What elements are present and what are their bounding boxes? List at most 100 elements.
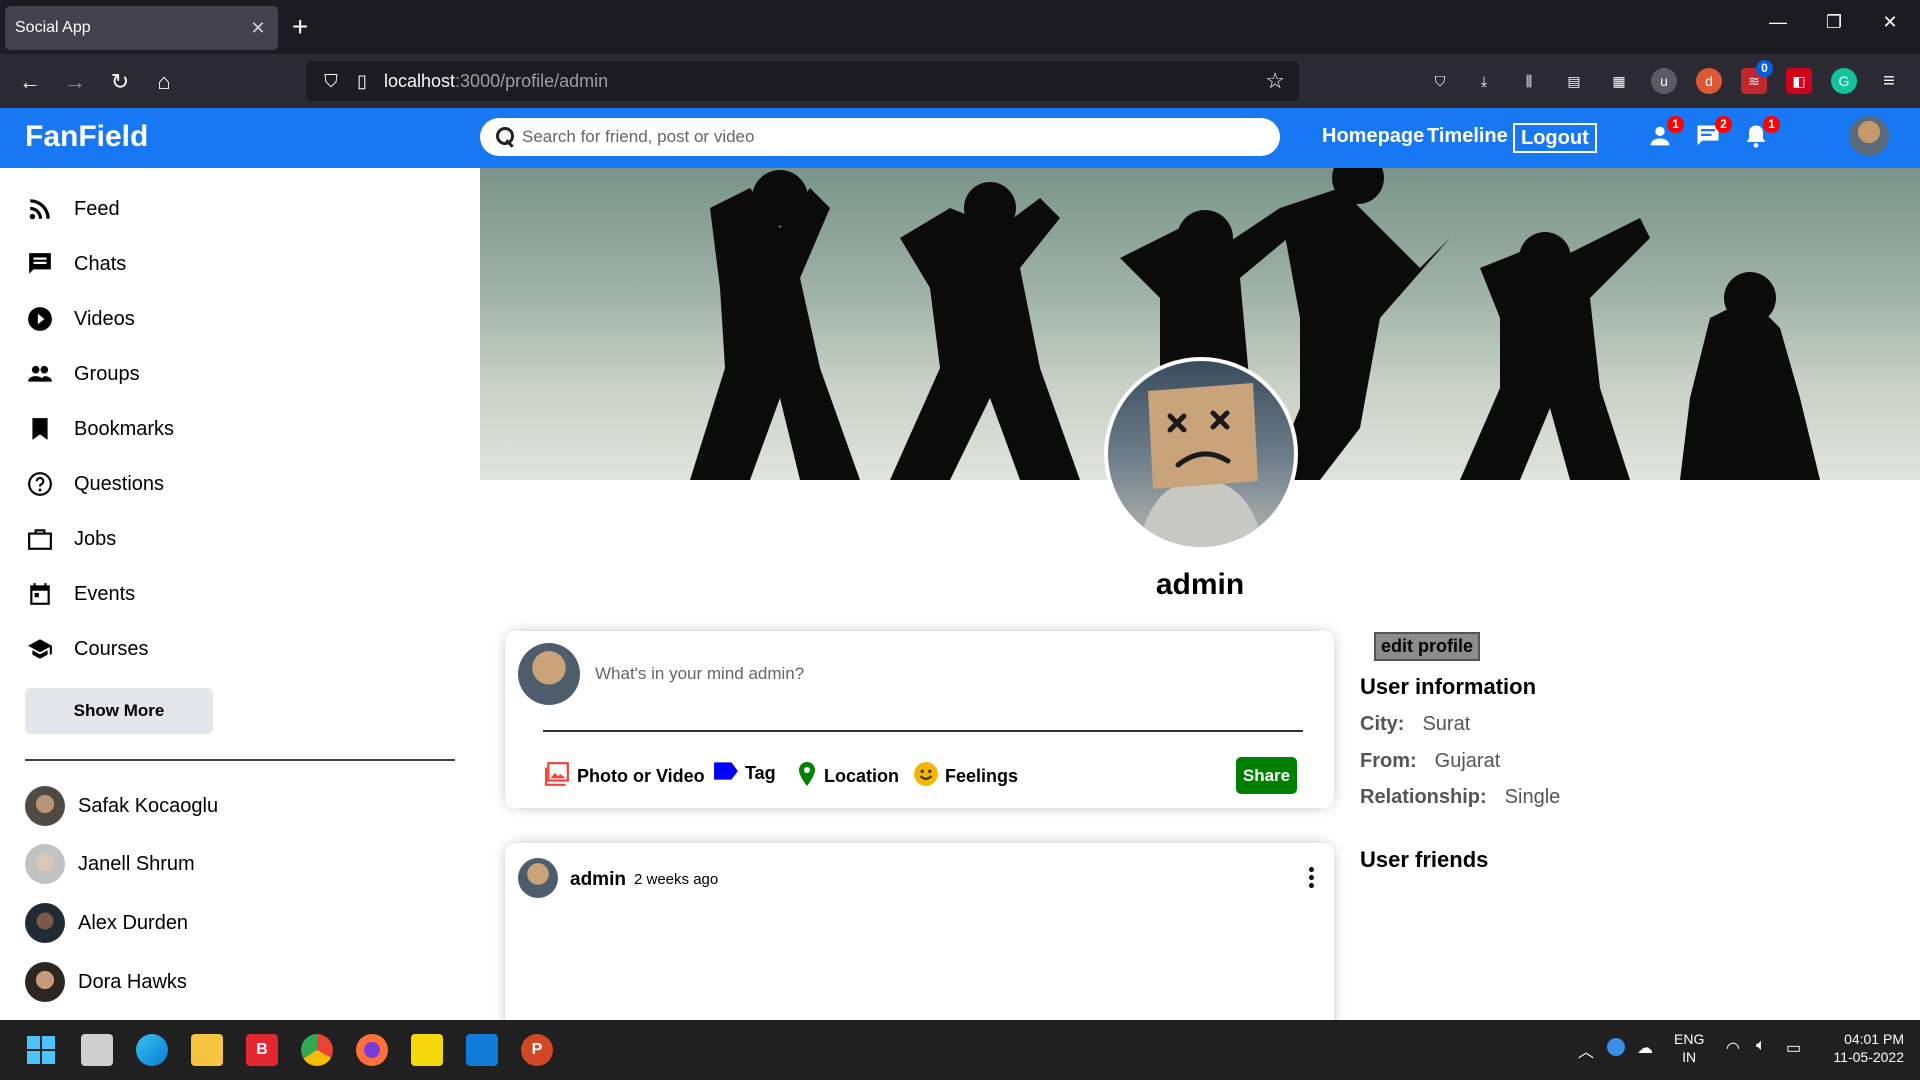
- sidebar-item-label: Courses: [74, 637, 149, 660]
- avatar: [25, 903, 65, 943]
- grammarly-icon[interactable]: G: [1831, 68, 1857, 94]
- sidebar-item-videos[interactable]: Videos: [25, 302, 135, 336]
- messages-icon[interactable]: 2: [1692, 116, 1732, 154]
- start-icon[interactable]: [25, 1034, 57, 1066]
- share-button[interactable]: Share: [1236, 757, 1297, 794]
- page-info-icon[interactable]: ▯: [346, 71, 378, 92]
- menu-icon[interactable]: ≡: [1876, 68, 1902, 94]
- clock-app-icon[interactable]: [1607, 1038, 1625, 1056]
- photo-icon: [543, 761, 571, 792]
- file-explorer-icon[interactable]: [191, 1034, 223, 1066]
- firefox-icon[interactable]: [356, 1034, 388, 1066]
- bookmark-star-icon[interactable]: ☆: [1265, 68, 1285, 94]
- brave-like-icon[interactable]: B: [246, 1034, 278, 1066]
- close-tab-icon[interactable]: ✕: [248, 18, 268, 39]
- share-card: Photo or Video Tag Location Feelings Sha…: [505, 631, 1334, 808]
- info-key: Relationship:: [1360, 786, 1487, 808]
- sidebar-item-groups[interactable]: Groups: [25, 357, 140, 391]
- extension-grid-icon[interactable]: ▦: [1606, 68, 1632, 94]
- search-input[interactable]: [522, 127, 1222, 147]
- chrome-icon[interactable]: [301, 1034, 333, 1066]
- sidebar-divider: [25, 759, 455, 761]
- minimize-icon[interactable]: —: [1758, 12, 1798, 33]
- logout-button[interactable]: Logout: [1513, 123, 1597, 153]
- close-window-icon[interactable]: ✕: [1870, 12, 1910, 33]
- new-tab-button[interactable]: +: [292, 12, 308, 42]
- sidebar-item-label: Feed: [74, 197, 120, 220]
- extension-badge-icon[interactable]: ≋ 0: [1741, 60, 1773, 94]
- reload-icon[interactable]: ↻: [106, 68, 134, 96]
- red-extension-icon[interactable]: ◧: [1786, 68, 1812, 94]
- avatar: [25, 844, 65, 884]
- post-input[interactable]: [595, 664, 1295, 684]
- reader-view-icon[interactable]: ▤: [1561, 68, 1587, 94]
- more-options-icon[interactable]: [1305, 867, 1317, 893]
- sidebar-item-bookmarks[interactable]: Bookmarks: [25, 412, 174, 446]
- sticky-notes-icon[interactable]: [411, 1034, 443, 1066]
- volume-icon[interactable]: 🔈︎: [1756, 1037, 1766, 1055]
- group-icon: [25, 359, 55, 389]
- option-label: Location: [824, 766, 899, 786]
- powerpoint-icon[interactable]: P: [521, 1034, 553, 1066]
- lang-bottom: IN: [1682, 1049, 1697, 1065]
- sidebar-item-feed[interactable]: Feed: [25, 192, 120, 226]
- emoji-icon: [913, 761, 939, 792]
- edit-profile-button[interactable]: edit profile: [1374, 632, 1481, 661]
- task-view-icon[interactable]: [81, 1034, 113, 1066]
- rss-icon: [25, 194, 55, 224]
- sidebar-item-questions[interactable]: Questions: [25, 467, 164, 501]
- sidebar-item-events[interactable]: Events: [25, 577, 135, 611]
- duckduckgo-icon[interactable]: d: [1696, 68, 1722, 94]
- avatar[interactable]: [518, 858, 558, 898]
- download-icon[interactable]: ⤓: [1471, 68, 1497, 94]
- sidebar-item-chats[interactable]: Chats: [25, 247, 126, 281]
- friend-item[interactable]: Alex Durden: [25, 903, 188, 943]
- back-icon[interactable]: ←: [16, 68, 44, 96]
- show-more-button[interactable]: Show More: [25, 688, 213, 734]
- ublock-icon[interactable]: u: [1651, 68, 1677, 94]
- photo-video-option[interactable]: Photo or Video: [543, 761, 705, 792]
- home-icon[interactable]: ⌂: [150, 68, 178, 96]
- user-information-title: User information: [1360, 674, 1537, 699]
- notifications-icon[interactable]: 1: [1740, 116, 1780, 154]
- cloud-icon[interactable]: ☁: [1637, 1038, 1653, 1058]
- homepage-link[interactable]: Homepage: [1322, 125, 1424, 148]
- chat-icon: [25, 249, 55, 279]
- pocket-icon[interactable]: ⛉: [1427, 68, 1453, 94]
- search-bar[interactable]: [480, 118, 1280, 156]
- vscode-icon[interactable]: [466, 1034, 498, 1066]
- wifi-icon[interactable]: ◠: [1726, 1038, 1740, 1058]
- forward-icon[interactable]: →: [61, 68, 89, 96]
- edge-icon[interactable]: [136, 1034, 168, 1066]
- friend-requests-icon[interactable]: 1: [1644, 116, 1684, 154]
- info-key: From:: [1360, 750, 1417, 772]
- friend-item[interactable]: Safak Kocaoglu: [25, 786, 218, 826]
- address-bar[interactable]: ⛉ ▯ localhost:3000/profile/admin ☆: [306, 61, 1299, 101]
- profile-picture[interactable]: [1104, 357, 1298, 551]
- feelings-option[interactable]: Feelings: [913, 761, 1018, 792]
- friend-requests-badge: 1: [1667, 116, 1684, 133]
- friend-item[interactable]: Janell Shrum: [25, 844, 195, 884]
- chevron-up-icon[interactable]: ︿: [1578, 1038, 1594, 1062]
- app-logo[interactable]: FanField: [25, 120, 148, 154]
- option-label: Feelings: [945, 766, 1019, 786]
- library-icon[interactable]: ⫼: [1516, 68, 1542, 94]
- location-option[interactable]: Location: [796, 761, 899, 792]
- timeline-link[interactable]: Timeline: [1427, 125, 1508, 148]
- info-value: Gujarat: [1434, 750, 1501, 772]
- sidebar-item-courses[interactable]: Courses: [25, 632, 148, 666]
- post-author[interactable]: admin: [570, 869, 626, 891]
- browser-navbar: ← → ↻ ⌂ ⛉ ▯ localhost:3000/profile/admin…: [0, 54, 1920, 108]
- restore-icon[interactable]: ❐: [1814, 12, 1854, 33]
- language-indicator[interactable]: ENG IN: [1674, 1030, 1704, 1066]
- battery-icon[interactable]: ▭: [1786, 1038, 1801, 1058]
- user-avatar[interactable]: [1849, 116, 1889, 156]
- tracking-shield-icon[interactable]: ⛉: [316, 71, 346, 92]
- browser-tab[interactable]: Social App ✕: [5, 6, 278, 50]
- windows-taskbar: B P ︿ ☁ ENG IN ◠ 🔈︎ ▭ 04:01 PM 11-05-202…: [0, 1020, 1920, 1080]
- friend-item[interactable]: Dora Hawks: [25, 962, 187, 1002]
- clock[interactable]: 04:01 PM 11-05-2022: [1826, 1030, 1904, 1066]
- sidebar-item-jobs[interactable]: Jobs: [25, 522, 116, 556]
- post-time: 2 weeks ago: [634, 871, 719, 888]
- tag-option[interactable]: Tag: [713, 761, 776, 786]
